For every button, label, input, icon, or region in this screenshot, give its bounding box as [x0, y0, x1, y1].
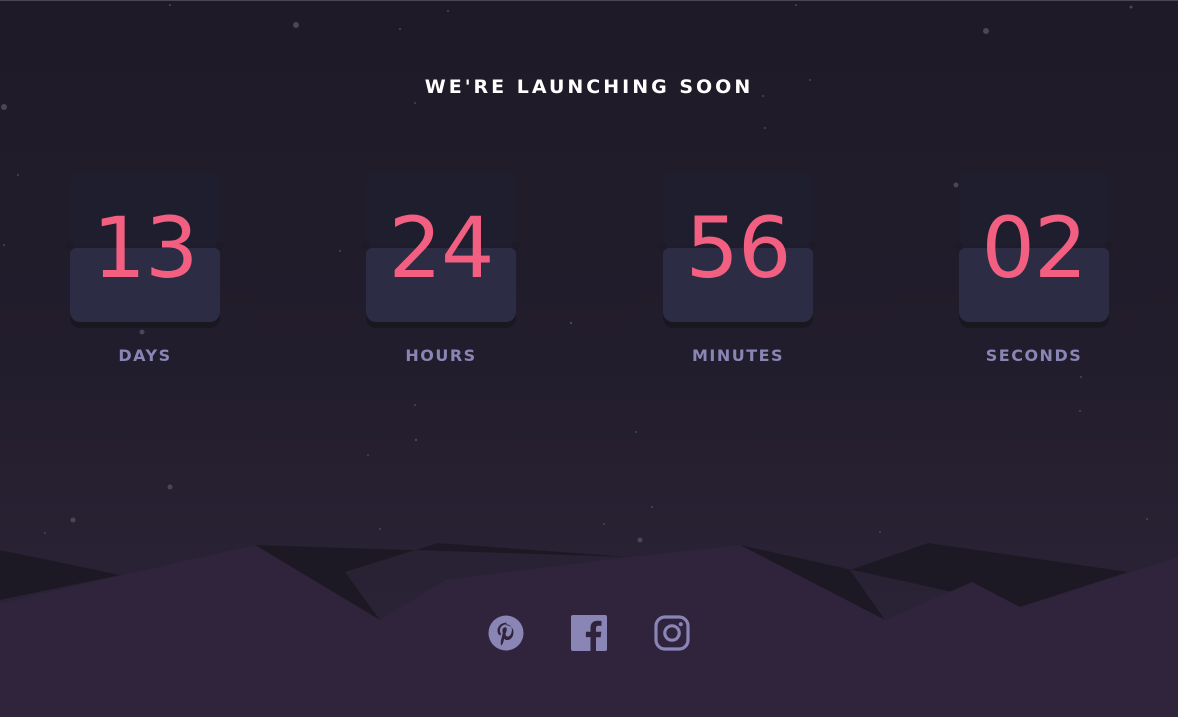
hours-label: HOURS — [405, 346, 477, 365]
pinterest-icon[interactable] — [488, 615, 524, 651]
minutes-value: 56 — [685, 199, 792, 297]
countdown-hours: 24 HOURS — [362, 172, 520, 365]
minutes-card: 56 — [659, 172, 817, 322]
countdown-minutes: 56 MINUTES — [659, 172, 817, 365]
seconds-value: 02 — [981, 199, 1088, 297]
minutes-label: MINUTES — [691, 346, 785, 365]
countdown-days: 13 DAYS — [66, 172, 224, 365]
seconds-label: SECONDS — [985, 346, 1083, 365]
hours-value: 24 — [388, 199, 495, 297]
page-title: WE'RE LAUNCHING SOON — [424, 76, 754, 98]
days-label: DAYS — [118, 346, 172, 365]
days-value: 13 — [92, 199, 199, 297]
seconds-card: 02 — [955, 172, 1113, 322]
days-card: 13 — [66, 172, 224, 322]
countdown-seconds: 02 SECONDS — [955, 172, 1113, 365]
social-links — [0, 615, 1178, 651]
facebook-icon[interactable] — [571, 615, 607, 651]
instagram-icon[interactable] — [654, 615, 690, 651]
hours-card: 24 — [362, 172, 520, 322]
